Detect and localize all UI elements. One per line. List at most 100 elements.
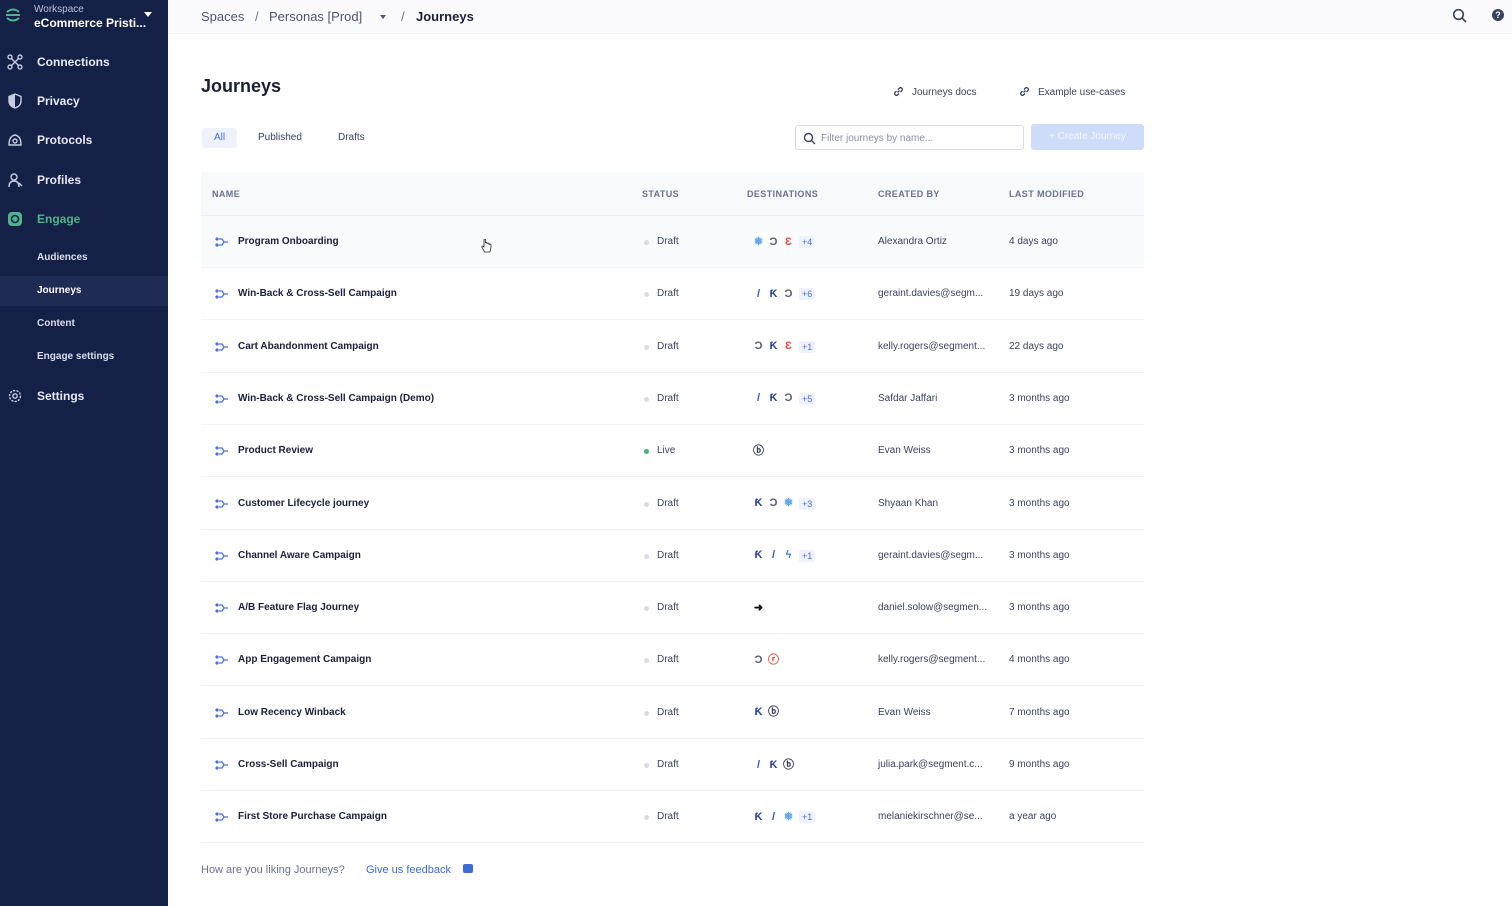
- sidebar-subitem-journeys[interactable]: Journeys: [0, 276, 168, 306]
- status-dot-icon: [644, 553, 649, 559]
- journey-name[interactable]: Low Recency Winback: [238, 707, 346, 718]
- sidebar-item-protocols[interactable]: Protocols: [0, 125, 168, 155]
- table-row[interactable]: Customer Lifecycle journey Draft Ƙ Ɔ ❅ +3 Shya…: [201, 477, 1144, 530]
- column-header-name[interactable]: NAME: [212, 189, 240, 199]
- last-modified: 3 months ago: [1009, 549, 1070, 561]
- engage-icon: [8, 212, 22, 226]
- column-header-destinations: DESTINATIONS: [747, 189, 819, 199]
- journey-name[interactable]: Win-Back & Cross-Sell Campaign: [238, 288, 397, 299]
- journey-name[interactable]: Cross-Sell Campaign: [238, 759, 339, 770]
- workspace-name: eCommerce Pristi...: [34, 16, 147, 30]
- sidebar-item-label: Protocols: [37, 133, 93, 147]
- status-dot-icon: [644, 763, 649, 768]
- breadcrumb-separator: /: [255, 9, 259, 24]
- table-row[interactable]: Low Recency Winback Draft Ƙⓑ Evan Weiss 7 mo…: [201, 686, 1144, 739]
- created-by: Alexandra Ortiz: [878, 236, 947, 247]
- journey-name[interactable]: Cart Abandonment Campaign: [238, 341, 379, 352]
- status-dot-icon: [644, 344, 649, 350]
- status-text: Draft: [657, 759, 679, 770]
- slash-destination-icon: /: [756, 287, 761, 300]
- journey-icon: [215, 812, 228, 822]
- column-header-created-by[interactable]: CREATED BY: [878, 189, 940, 199]
- k-destination-icon: Ƙ: [754, 810, 763, 823]
- last-modified: 9 months ago: [1009, 759, 1070, 770]
- table-row[interactable]: Win-Back & Cross-Sell Campaign (Demo) Dra…: [201, 372, 1144, 425]
- journey-name[interactable]: Customer Lifecycle journey: [238, 498, 369, 509]
- sidebar-subitem-content[interactable]: Content: [0, 309, 168, 339]
- tab-published[interactable]: Published: [246, 128, 314, 148]
- journey-icon: [215, 289, 228, 299]
- journey-name[interactable]: Channel Aware Campaign: [238, 550, 361, 561]
- ring-destination-icon: Ɔ: [754, 653, 763, 666]
- sidebar-item-label: Connections: [37, 55, 110, 69]
- bolt-destination-icon: ϟ: [785, 549, 792, 562]
- last-modified: 22 days ago: [1009, 340, 1064, 352]
- last-modified: 3 months ago: [1009, 445, 1070, 457]
- journey-name[interactable]: A/B Feature Flag Journey: [238, 602, 359, 613]
- status-text: Draft: [657, 497, 679, 509]
- table-row[interactable]: Cart Abandonment Campaign Draft Ɔ Ƙ Ɛ +1 kelly…: [201, 320, 1144, 373]
- feedback-prompt: How are you liking Journeys?: [201, 864, 345, 876]
- journey-icon: [215, 708, 228, 718]
- breadcrumb-space[interactable]: Personas [Prod]: [269, 9, 362, 24]
- table-row[interactable]: Channel Aware Campaign Draft Ƙ / ϟ +1 geraint.…: [201, 529, 1144, 582]
- sidebar: Workspace eCommerce Pristi... Connection…: [0, 0, 168, 906]
- table-row[interactable]: Program Onboarding Draft ❅ Ɔ Ɛ +4 Alexandra Or…: [201, 216, 1144, 268]
- table-row[interactable]: App Engagement Campaign Draft Ɔⓡ kelly.roge…: [201, 634, 1144, 687]
- created-by: geraint.davies@segm...: [878, 549, 984, 561]
- journey-name[interactable]: Product Review: [238, 445, 313, 456]
- sidebar-item-settings[interactable]: Settings: [0, 381, 168, 411]
- created-by: Evan Weiss: [878, 706, 931, 718]
- table-row[interactable]: A/B Feature Flag Journey Draft ➜ daniel.sol…: [201, 582, 1144, 635]
- journeys-docs-link[interactable]: Journeys docs: [893, 86, 976, 98]
- table-header: NAME STATUS DESTINATIONS CREATED BY LAST…: [201, 172, 1144, 216]
- chevron-down-icon[interactable]: [144, 12, 152, 17]
- sidebar-item-engage[interactable]: Engage: [0, 204, 168, 234]
- status-dot-icon: [644, 658, 649, 664]
- table-row[interactable]: First Store Purchase Campaign Draft Ƙ / ❅ +1 m…: [201, 791, 1144, 844]
- sidebar-subitem-audiences[interactable]: Audiences: [0, 243, 168, 273]
- last-modified: 4 days ago: [1009, 236, 1058, 247]
- journey-name[interactable]: First Store Purchase Campaign: [238, 811, 387, 822]
- breadcrumb-spaces[interactable]: Spaces: [201, 9, 244, 24]
- create-journey-button[interactable]: + Create Journey: [1031, 124, 1144, 150]
- journey-name[interactable]: App Engagement Campaign: [238, 654, 371, 665]
- breadcrumb-separator: /: [401, 9, 405, 24]
- search-icon[interactable]: [1452, 8, 1468, 24]
- more-destinations-badge: +4: [799, 236, 816, 248]
- journey-icon: [215, 446, 228, 456]
- filter-journeys-input[interactable]: [821, 130, 1016, 146]
- sidebar-item-profiles[interactable]: Profiles: [0, 165, 168, 195]
- status-text: Draft: [657, 549, 679, 561]
- gear-icon: [8, 389, 22, 403]
- breadcrumb-current: Journeys: [416, 9, 474, 24]
- column-header-last-modified[interactable]: LAST MODIFIED: [1009, 189, 1084, 199]
- sidebar-item-connections[interactable]: Connections: [0, 47, 168, 77]
- journey-icon: [215, 551, 228, 561]
- status-text: Draft: [657, 811, 679, 823]
- give-feedback-link[interactable]: Give us feedback: [366, 864, 451, 876]
- workspace-switcher[interactable]: Workspace eCommerce Pristi...: [0, 0, 168, 36]
- help-icon[interactable]: ?: [1492, 9, 1504, 21]
- sidebar-subitem-engage-settings[interactable]: Engage settings: [0, 342, 168, 372]
- tab-all[interactable]: All: [202, 128, 238, 148]
- journey-icon: [215, 237, 228, 247]
- table-row[interactable]: Product Review Live ⓑ Evan Weiss 3 months ag…: [201, 425, 1144, 478]
- status-text: Draft: [657, 236, 679, 247]
- chevron-down-icon[interactable]: [380, 15, 386, 19]
- link-icon: [1019, 86, 1030, 97]
- journey-name[interactable]: Win-Back & Cross-Sell Campaign (Demo): [238, 393, 434, 404]
- filter-journeys-field[interactable]: [795, 125, 1024, 150]
- tab-drafts[interactable]: Drafts: [326, 128, 377, 148]
- status-dot-icon: [644, 501, 649, 507]
- status-dot-icon: [644, 710, 649, 716]
- destinations-list: ⓑ: [752, 439, 765, 463]
- sidebar-item-privacy[interactable]: Privacy: [0, 86, 168, 116]
- table-row[interactable]: Win-Back & Cross-Sell Campaign Draft / Ƙ Ɔ +6…: [201, 268, 1144, 321]
- table-row[interactable]: Cross-Sell Campaign Draft / Ƙⓑ julia.park@se…: [201, 739, 1144, 791]
- journey-name[interactable]: Program Onboarding: [238, 236, 339, 247]
- status-text: Draft: [657, 602, 679, 614]
- column-header-status[interactable]: STATUS: [642, 189, 679, 199]
- example-use-cases-link[interactable]: Example use-cases: [1019, 86, 1125, 98]
- destinations-list: Ɔ Ƙ Ɛ +1: [752, 335, 816, 359]
